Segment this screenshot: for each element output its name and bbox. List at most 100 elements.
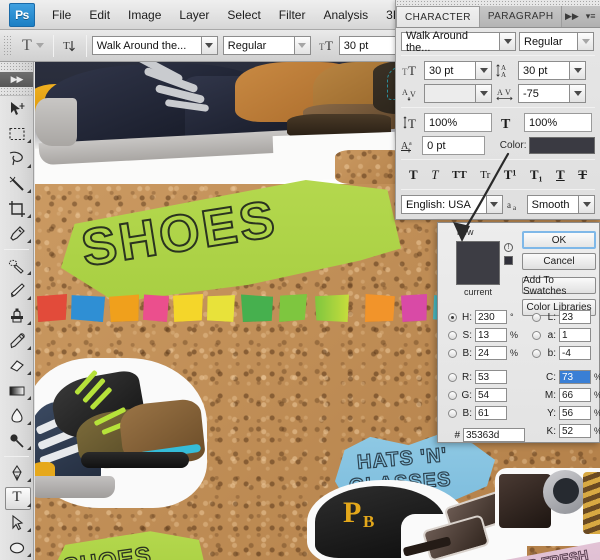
cp-vertical-scale-value[interactable]: 100% <box>424 113 492 132</box>
pen-tool[interactable] <box>0 460 34 485</box>
brightness-radio[interactable] <box>448 349 457 358</box>
cp-language-arrow[interactable] <box>486 195 503 214</box>
crop-tool[interactable] <box>0 196 34 221</box>
cp-horizontal-scale-value[interactable]: 100% <box>524 113 592 132</box>
out-of-gamut-icon[interactable]: ! <box>504 243 513 252</box>
black-input[interactable]: 52 <box>559 424 591 438</box>
lab-a-radio[interactable] <box>532 331 541 340</box>
cp-leading-combo[interactable]: 30 pt <box>518 61 586 80</box>
style-small-caps-button[interactable]: Tr <box>480 169 490 181</box>
cp-leading-arrow[interactable] <box>569 61 586 80</box>
healing-brush-tool[interactable] <box>0 253 34 278</box>
lab-b-radio[interactable] <box>532 349 541 358</box>
cp-font-family-value[interactable]: Walk Around the... <box>401 32 499 51</box>
brush-tool[interactable] <box>0 278 34 303</box>
lasso-tool[interactable] <box>0 146 34 171</box>
photoshop-logo[interactable]: Ps <box>9 3 35 27</box>
tab-character[interactable]: CHARACTER <box>396 6 480 27</box>
path-selection-tool[interactable] <box>0 510 34 535</box>
cp-leading-value[interactable]: 30 pt <box>518 61 569 80</box>
green-radio[interactable] <box>448 391 457 400</box>
cp-language-combo[interactable]: English: USA <box>401 195 503 214</box>
cp-font-style-combo[interactable]: Regular <box>519 32 594 51</box>
cp-tracking-combo[interactable]: -75 <box>518 84 586 103</box>
green-input[interactable]: 54 <box>475 388 507 402</box>
cp-language-value[interactable]: English: USA <box>401 195 486 214</box>
hue-radio[interactable] <box>448 313 457 322</box>
menu-layer[interactable]: Layer <box>170 4 218 26</box>
cp-font-style-arrow[interactable] <box>577 32 594 51</box>
blue-radio[interactable] <box>448 409 457 418</box>
options-bar-grip[interactable] <box>3 35 12 57</box>
cancel-button[interactable]: Cancel <box>522 253 596 270</box>
font-family-dropdown-arrow[interactable] <box>201 36 218 55</box>
menu-edit[interactable]: Edit <box>80 4 119 26</box>
cp-font-family-combo[interactable]: Walk Around the... <box>401 32 516 51</box>
font-style-dropdown-arrow[interactable] <box>294 36 311 55</box>
quick-selection-tool[interactable] <box>0 171 34 196</box>
cyan-input[interactable]: 73 <box>559 370 591 384</box>
style-all-caps-button[interactable]: TT <box>452 169 467 181</box>
marquee-tool[interactable] <box>0 121 34 146</box>
history-brush-tool[interactable] <box>0 328 34 353</box>
saturation-input[interactable]: 13 <box>475 328 507 342</box>
cp-font-size-arrow[interactable] <box>475 61 492 80</box>
red-input[interactable]: 53 <box>475 370 507 384</box>
lab-b-input[interactable]: -4 <box>559 346 591 360</box>
style-faux-bold-button[interactable]: T <box>409 167 418 183</box>
move-tool[interactable] <box>0 96 34 121</box>
brightness-input[interactable]: 24 <box>475 346 507 360</box>
cp-antialias-value[interactable]: Smooth <box>527 195 578 214</box>
hue-input[interactable]: 230 <box>475 310 507 324</box>
ok-button[interactable]: OK <box>522 231 596 249</box>
eraser-tool[interactable] <box>0 353 34 378</box>
cp-kerning-value[interactable] <box>424 84 475 103</box>
tools-collapse-button[interactable]: ▶▶ <box>0 72 33 87</box>
cp-kerning-arrow[interactable] <box>475 84 492 103</box>
magenta-input[interactable]: 66 <box>559 388 591 402</box>
yellow-input[interactable]: 56 <box>559 406 591 420</box>
in-gamut-color-swatch[interactable] <box>504 256 513 265</box>
blur-tool[interactable] <box>0 403 34 428</box>
tool-preset-picker[interactable]: T <box>16 37 48 55</box>
tools-panel-grip[interactable] <box>0 62 33 72</box>
saturation-radio[interactable] <box>448 331 457 340</box>
text-orientation-button[interactable]: T <box>59 35 81 57</box>
tab-paragraph[interactable]: PARAGRAPH <box>480 6 563 27</box>
lab-a-input[interactable]: 1 <box>559 328 591 342</box>
gradient-tool[interactable] <box>0 378 34 403</box>
style-underline-button[interactable]: T <box>556 167 565 183</box>
color-preview-swatch[interactable] <box>456 241 500 285</box>
menu-file[interactable]: File <box>43 4 80 26</box>
chevron-down-icon[interactable] <box>36 43 44 48</box>
red-radio[interactable] <box>448 373 457 382</box>
hex-input[interactable]: 35363d <box>463 428 525 442</box>
cp-antialias-combo[interactable]: Smooth <box>527 195 595 214</box>
cp-kerning-combo[interactable] <box>424 84 492 103</box>
cp-tracking-value[interactable]: -75 <box>518 84 569 103</box>
eyedropper-tool[interactable] <box>0 221 34 246</box>
lightness-radio[interactable] <box>532 313 541 322</box>
font-family-combo[interactable]: Walk Around the... <box>92 36 218 55</box>
style-strikethrough-button[interactable]: T <box>578 167 587 183</box>
blue-input[interactable]: 61 <box>475 406 507 420</box>
panel-menu-button[interactable]: ▾≡ <box>581 6 600 27</box>
font-style-combo[interactable]: Regular <box>223 36 311 55</box>
cp-tracking-arrow[interactable] <box>569 84 586 103</box>
style-faux-italic-button[interactable]: T <box>431 167 438 183</box>
dodge-tool[interactable] <box>0 428 34 453</box>
cp-font-style-value[interactable]: Regular <box>519 32 577 51</box>
cp-baseline-shift-value[interactable]: 0 pt <box>422 136 485 155</box>
style-superscript-button[interactable]: T¹ <box>504 167 517 183</box>
cp-color-swatch[interactable] <box>529 137 595 154</box>
lightness-input[interactable]: 23 <box>559 310 591 324</box>
ellipse-shape-tool[interactable] <box>0 535 34 560</box>
panel-collapse-button[interactable]: ▶▶ <box>562 6 581 27</box>
menu-analysis[interactable]: Analysis <box>314 4 377 26</box>
menu-select[interactable]: Select <box>218 4 269 26</box>
cp-font-family-arrow[interactable] <box>499 32 516 51</box>
font-style-value[interactable]: Regular <box>223 36 294 55</box>
type-tool[interactable]: T <box>0 485 34 510</box>
menu-image[interactable]: Image <box>119 4 170 26</box>
menu-filter[interactable]: Filter <box>270 4 315 26</box>
